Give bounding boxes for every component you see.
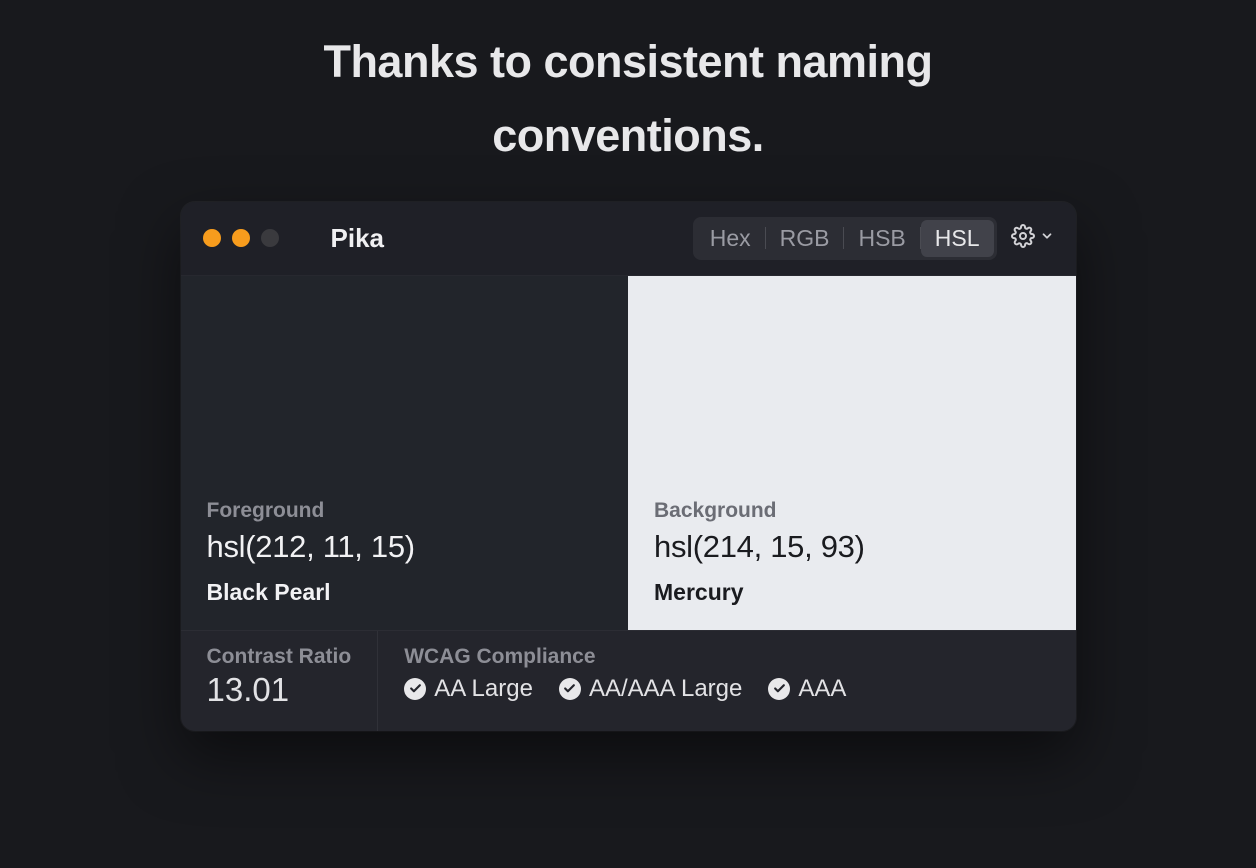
wcag-item-aa-large: AA Large	[404, 675, 533, 703]
wcag-block: WCAG Compliance AA Large AA/AAA Large	[378, 631, 1075, 731]
chevron-down-icon	[1040, 229, 1054, 248]
app-title: Pika	[331, 223, 385, 254]
wcag-label: WCAG Compliance	[404, 645, 1049, 669]
heading-line-1: Thanks to consistent naming	[323, 36, 932, 87]
tab-rgb[interactable]: RGB	[766, 220, 844, 257]
maximize-button[interactable]	[261, 229, 279, 247]
page-heading: Thanks to consistent naming conventions.	[323, 25, 932, 174]
tab-hex[interactable]: Hex	[696, 220, 765, 257]
checkmark-icon	[768, 678, 790, 700]
background-value: hsl(214, 15, 93)	[654, 529, 1050, 565]
wcag-items: AA Large AA/AAA Large AAA	[404, 675, 1049, 703]
close-button[interactable]	[203, 229, 221, 247]
wcag-item-label: AA/AAA Large	[589, 675, 742, 703]
app-window: Pika Hex RGB HSB HSL	[181, 202, 1076, 731]
wcag-item-aaa: AAA	[768, 675, 846, 703]
minimize-button[interactable]	[232, 229, 250, 247]
wcag-item-aa-aaa-large: AA/AAA Large	[559, 675, 742, 703]
format-tabs: Hex RGB HSB HSL	[693, 217, 997, 260]
gear-icon	[1011, 224, 1035, 253]
checkmark-icon	[404, 678, 426, 700]
background-color-name: Mercury	[654, 579, 1050, 606]
wcag-item-label: AA Large	[434, 675, 533, 703]
traffic-lights	[203, 229, 279, 247]
checkmark-icon	[559, 678, 581, 700]
contrast-value: 13.01	[207, 671, 352, 709]
foreground-color-name: Black Pearl	[207, 579, 603, 606]
foreground-value: hsl(212, 11, 15)	[207, 529, 603, 565]
tab-hsb[interactable]: HSB	[844, 220, 919, 257]
wcag-item-label: AAA	[798, 675, 846, 703]
contrast-block: Contrast Ratio 13.01	[181, 631, 379, 731]
titlebar: Pika Hex RGB HSB HSL	[181, 202, 1076, 275]
heading-line-2: conventions.	[492, 110, 764, 161]
background-swatch[interactable]: Background hsl(214, 15, 93) Mercury	[628, 276, 1076, 630]
color-swatches: Foreground hsl(212, 11, 15) Black Pearl …	[181, 275, 1076, 630]
settings-button[interactable]	[1011, 224, 1054, 253]
foreground-swatch[interactable]: Foreground hsl(212, 11, 15) Black Pearl	[181, 276, 629, 630]
foreground-label: Foreground	[207, 499, 603, 523]
tab-hsl[interactable]: HSL	[921, 220, 994, 257]
footer: Contrast Ratio 13.01 WCAG Compliance AA …	[181, 630, 1076, 731]
background-label: Background	[654, 499, 1050, 523]
contrast-label: Contrast Ratio	[207, 645, 352, 669]
